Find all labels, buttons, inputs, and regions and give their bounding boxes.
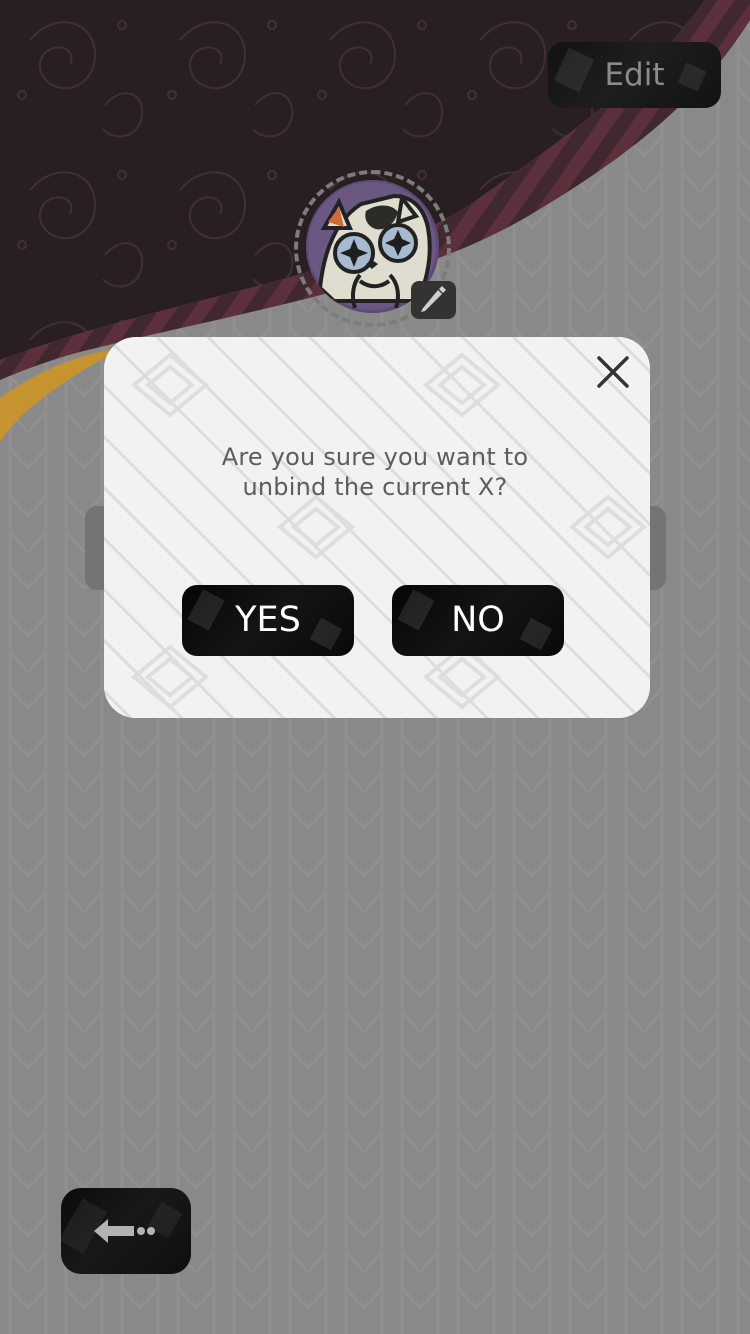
modal-pattern bbox=[104, 337, 650, 718]
close-icon bbox=[597, 356, 629, 388]
confirmation-message: Are you sure you want to unbind the curr… bbox=[221, 443, 529, 501]
edit-avatar-button[interactable] bbox=[411, 281, 456, 319]
back-button[interactable] bbox=[61, 1188, 191, 1274]
no-button[interactable]: NO bbox=[392, 585, 564, 656]
back-arrow-icon bbox=[94, 1219, 155, 1243]
close-button[interactable] bbox=[591, 350, 635, 394]
edit-button[interactable]: Edit bbox=[548, 42, 721, 108]
confirmation-modal bbox=[104, 337, 650, 718]
yes-button[interactable]: YES bbox=[182, 585, 354, 656]
pencil-icon bbox=[421, 286, 446, 312]
